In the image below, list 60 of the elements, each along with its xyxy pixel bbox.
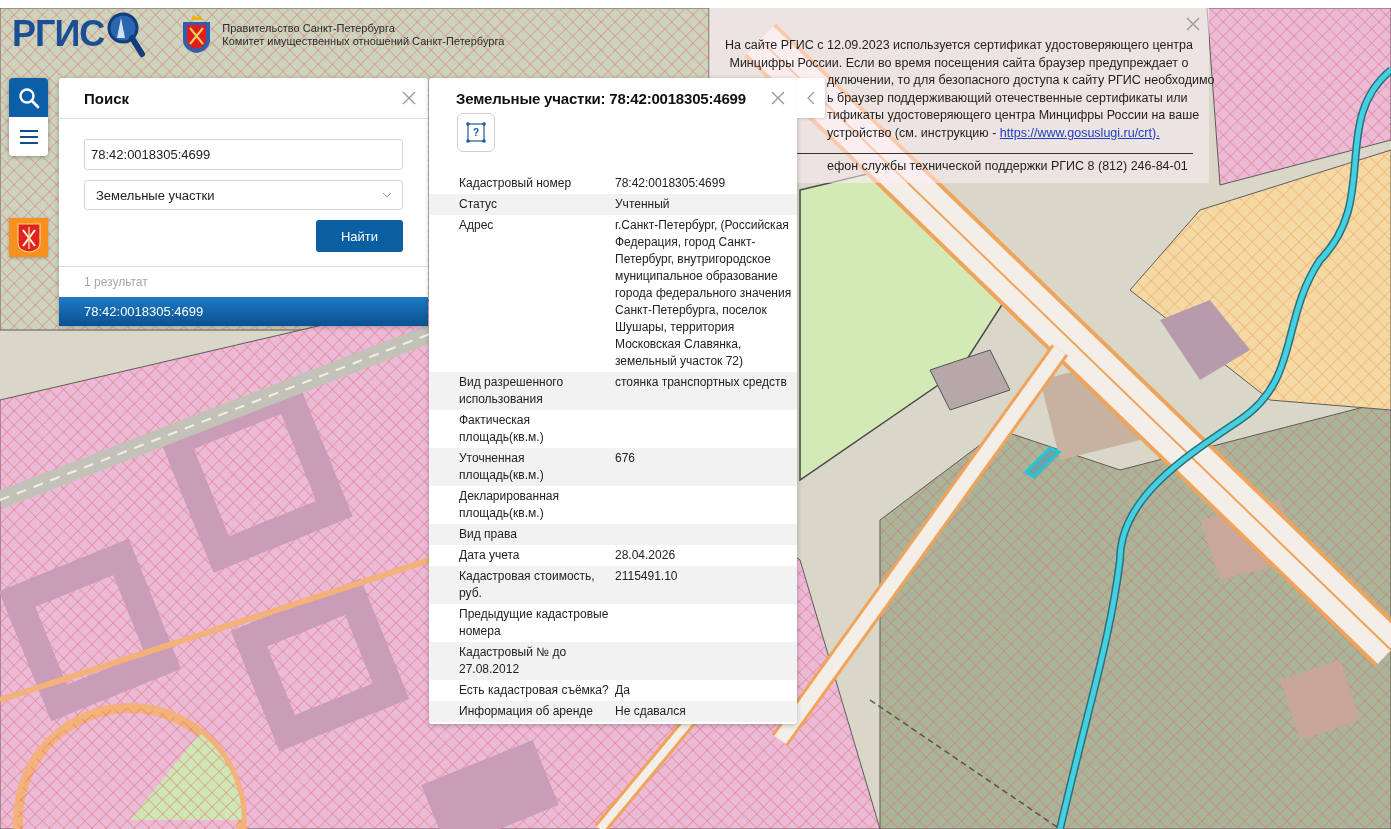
magnifier-icon: [105, 10, 146, 58]
instruction-link[interactable]: https://www.gosuslugi.ru/crt).: [999, 125, 1160, 140]
organization-name: Правительство Санкт-Петербурга: [222, 22, 396, 35]
support-phone-text: ефон службы технической поддержки РГИС 8 (812) 246-84-01: [827, 158, 1188, 175]
table-cell-text: Учтенный: [615, 196, 671, 213]
parcel-outline[interactable]: [1023, 446, 1062, 479]
logo-text: РГИС: [12, 14, 105, 54]
collapse-button[interactable]: [797, 78, 825, 118]
table-cell: Есть кадастровая съёмка?: [459, 682, 610, 699]
panel-title: Земельные участки: 78:42:0018305:4699: [456, 89, 746, 107]
table-cell-text: Уточненная площадь(кв.м.): [459, 450, 545, 484]
chevron-left-icon: [807, 91, 815, 105]
chevron-down-icon: [382, 192, 392, 198]
table-cell-text: Кадастровый № до 27.08.2012: [459, 644, 568, 678]
shape-button[interactable]: ?: [457, 113, 495, 152]
close-icon: [1186, 17, 1200, 31]
panel-title: Поиск: [84, 89, 129, 107]
search-field[interactable]: 78:42:0018305:4699: [84, 139, 403, 170]
table-cell: г.Санкт-Петербург, (Российская Федерация, город Санкт-Петербург, внутригородское муниципальное образование города федерального значения Санкт-Петербурга, поселок Шушары, территория Московская Славянка, земельный участок 72): [615, 217, 793, 370]
table-cell-text: 28.04.2026: [615, 547, 677, 564]
table-cell-text: Вид разрешенного использования: [459, 374, 565, 408]
layer-select[interactable]: Земельные участки: [84, 180, 403, 210]
table-cell-text: стоянка транспортных средств: [615, 374, 788, 391]
notice-text: Минцифры России. Если во время посещения сайта браузер предупреждает о: [729, 54, 1189, 72]
table-cell-text: Информация об аренде: [459, 703, 594, 720]
coat-of-arms-icon: [181, 14, 213, 54]
table-cell-text: Фактическая площадь(кв.м.): [459, 412, 545, 446]
table-cell-text: Дата учета: [459, 547, 521, 564]
notice-text: устройство (см. инструкцию - https://www.gosuslugi.ru/crt).: [827, 124, 1160, 142]
search-icon: [17, 86, 40, 109]
coat-of-arms-button[interactable]: [9, 218, 48, 257]
table-cell-text: Декларированная площадь(кв.м.): [459, 488, 560, 522]
close-icon: [771, 91, 785, 105]
table-cell-text: Не сдавался: [615, 703, 687, 720]
table-cell-text: Кадастровая стоимость, руб.: [459, 568, 596, 602]
table-cell-text: 2115491.10: [615, 568, 679, 585]
menu-button[interactable]: [9, 117, 48, 156]
table-cell-text: Вид права: [459, 526, 518, 543]
notice-text: На сайте РГИС с 12.09.2023 используется сертификат удостоверяющего центра: [725, 37, 1193, 54]
result-item[interactable]: 78:42:0018305:4699: [59, 297, 428, 326]
table-cell-text: 676: [615, 450, 637, 467]
coat-of-arms-icon: [16, 222, 41, 253]
notice-text: тификаты удостоверяющего центра Минцифры России на ваше: [827, 107, 1200, 124]
result-count: 1 результат: [83, 274, 149, 291]
find-button[interactable]: Найти: [316, 220, 403, 252]
close-button[interactable]: [1185, 16, 1201, 32]
table-cell-text: Да: [615, 682, 631, 699]
table-cell: Предыдущие кадастровые номера: [459, 606, 610, 640]
table-cell-text: Кадастровый номер: [459, 175, 573, 192]
notice-text: ь браузер поддерживающий отечественные сертификаты или: [827, 89, 1188, 107]
polygon-outline-icon: [466, 122, 486, 143]
close-icon: [402, 91, 416, 105]
search-button[interactable]: [9, 78, 48, 117]
table-cell-text: Адрес: [459, 217, 495, 234]
table-cell-text: Статус: [459, 196, 498, 213]
close-button[interactable]: [400, 89, 418, 107]
notice-text: дключении, то для безопасного доступа к сайту РГИС необходимо: [827, 72, 1215, 89]
organization-name: Комитет имущественных отношений Санкт-Петербурга: [222, 35, 505, 48]
close-button[interactable]: [769, 89, 787, 107]
table-cell-text: 78:42:0018305:4699: [615, 175, 727, 192]
